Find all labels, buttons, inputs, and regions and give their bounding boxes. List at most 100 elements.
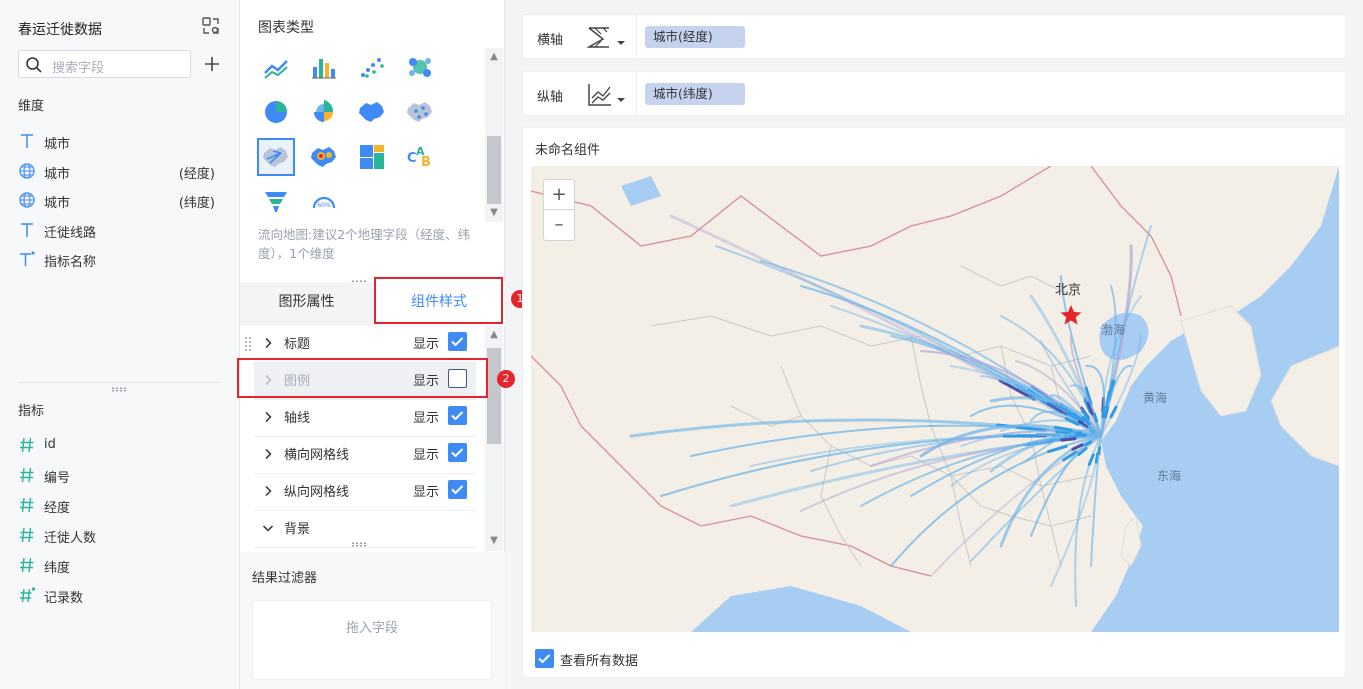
flow-lines xyxy=(629,214,1152,607)
chevron-right-icon[interactable] xyxy=(262,485,274,497)
axis-type-icon xyxy=(586,27,625,48)
number-field-icon xyxy=(18,526,36,544)
field-name: 记录数 xyxy=(44,591,84,606)
chevron-right-icon[interactable] xyxy=(262,448,274,460)
y-axis-type-dropdown[interactable] xyxy=(587,82,631,108)
see-all-checkbox[interactable] xyxy=(535,649,554,668)
field-name: 编号 xyxy=(44,471,71,486)
line-chart-icon[interactable] xyxy=(257,48,295,86)
scrollbar-thumb[interactable] xyxy=(487,348,501,444)
field-item[interactable]: id xyxy=(18,434,223,458)
y-axis-label: 纵轴 xyxy=(537,90,564,105)
text-field-icon xyxy=(18,132,36,150)
filter-section: 结果过滤器 拖入字段 xyxy=(240,552,505,689)
globe-icon xyxy=(18,191,36,209)
style-item[interactable]: 横向网格线 显示 xyxy=(254,437,476,474)
show-checkbox[interactable] xyxy=(448,443,467,462)
field-name: 纬度 xyxy=(44,561,71,576)
svg-text:60%: 60% xyxy=(317,202,331,209)
add-field-button[interactable] xyxy=(202,54,222,74)
heat-map-icon[interactable] xyxy=(305,138,343,176)
flow-line-highlight xyxy=(1101,406,1106,419)
number-field-icon xyxy=(18,466,36,484)
chevron-right-icon[interactable] xyxy=(262,337,274,349)
number-calculated-field-icon xyxy=(18,586,36,604)
rose-chart-icon[interactable] xyxy=(305,93,343,131)
field-item[interactable]: 迁徙线路 xyxy=(18,219,223,243)
field-item[interactable]: 纬度 xyxy=(18,554,223,578)
flow-line-highlight xyxy=(1097,446,1102,456)
field-item[interactable]: 指标名称 xyxy=(18,248,223,272)
field-name: 迁徙线路 xyxy=(44,225,97,241)
y-axis-field-pill[interactable]: 城市(纬度) xyxy=(645,83,745,105)
chart-config-panel: 图表类型 C A B 60% ▲ ▼ 流向地图:建议2个地理字段（经度、纬度），1个维… xyxy=(240,0,505,689)
pie-chart-icon[interactable] xyxy=(257,93,295,131)
style-item-name: 纵向网格线 xyxy=(284,485,350,500)
style-item-name: 标题 xyxy=(284,337,311,352)
style-item-name: 背景 xyxy=(284,522,311,537)
flow-map-icon[interactable] xyxy=(257,138,295,176)
divider xyxy=(636,15,637,60)
style-item[interactable]: 轴线 显示 xyxy=(254,400,476,437)
show-checkbox[interactable] xyxy=(448,480,467,499)
component-title[interactable]: 未命名组件 xyxy=(535,139,600,158)
show-checkbox[interactable] xyxy=(448,332,467,351)
divider xyxy=(18,382,223,383)
field-item[interactable]: 编号 xyxy=(18,464,223,488)
scroll-up-icon[interactable]: ▲ xyxy=(488,51,500,63)
drag-handle-icon[interactable] xyxy=(244,336,252,352)
chevron-down-icon[interactable] xyxy=(262,522,274,534)
divider xyxy=(636,72,637,117)
zoom-out-button[interactable]: – xyxy=(544,210,574,240)
field-item[interactable]: 城市 (纬度) xyxy=(18,189,223,213)
field-name: 指标名称 xyxy=(44,255,97,270)
scatter-chart-icon[interactable] xyxy=(353,48,391,86)
region-map-icon[interactable] xyxy=(353,93,391,131)
show-label: 显示 xyxy=(413,448,440,463)
field-item[interactable]: 记录数 xyxy=(18,584,223,608)
dimensions-heading: 维度 xyxy=(18,99,45,114)
chevron-right-icon[interactable] xyxy=(262,411,274,423)
chart-type-scrollbar[interactable]: ▲ ▼ xyxy=(485,48,503,222)
flow-line xyxy=(760,260,1102,437)
x-axis-field-pill[interactable]: 城市(经度) xyxy=(645,26,745,48)
field-item[interactable]: 城市 xyxy=(18,130,223,154)
word-cloud-icon[interactable]: CAB xyxy=(401,138,439,176)
scroll-up-icon[interactable]: ▲ xyxy=(488,329,500,341)
style-item[interactable]: 纵向网格线 显示 xyxy=(254,474,476,511)
panel-resize-handle-3[interactable] xyxy=(240,542,505,548)
field-item[interactable]: 迁徙人数 xyxy=(18,524,223,548)
show-label: 显示 xyxy=(413,411,440,426)
field-name: 经度 xyxy=(44,501,71,516)
scroll-down-icon[interactable]: ▼ xyxy=(488,207,500,219)
bar-chart-icon[interactable] xyxy=(305,48,343,86)
treemap-icon[interactable] xyxy=(353,138,391,176)
annotation-box-1 xyxy=(374,277,503,324)
see-all-label: 查看所有数据 xyxy=(560,654,639,669)
scrollbar-thumb[interactable] xyxy=(487,136,501,204)
panel-resize-handle[interactable] xyxy=(0,387,240,393)
search-placeholder: 搜索字段 xyxy=(52,61,105,76)
tab-shape-properties[interactable]: 图形属性 xyxy=(240,282,373,326)
number-field-icon xyxy=(18,496,36,514)
flow-map[interactable]: 北京 渤海 黄海 东海 + – xyxy=(531,166,1339,632)
gauge-chart-icon[interactable]: 60% xyxy=(305,183,343,221)
field-item[interactable]: 经度 xyxy=(18,494,223,518)
point-map-icon[interactable] xyxy=(401,93,439,131)
capital-label: 北京 xyxy=(1055,283,1081,298)
zoom-in-button[interactable]: + xyxy=(544,180,574,210)
globe-icon xyxy=(18,162,36,180)
annotation-box-2 xyxy=(237,358,488,398)
field-item[interactable]: 城市 (经度) xyxy=(18,160,223,184)
funnel-chart-icon[interactable] xyxy=(257,183,295,221)
switch-dataset-icon[interactable] xyxy=(201,16,221,36)
field-panel: 春运迁徙数据 搜索字段 维度 城市 城市 (经度) 城市 (纬度) 迁徙线路 指标名称 指标… xyxy=(0,0,240,689)
flow-line-highlight xyxy=(1109,405,1118,419)
x-axis-type-dropdown[interactable] xyxy=(586,25,631,51)
field-suffix: (纬度) xyxy=(178,196,215,211)
chart-type-hint: 流向地图:建议2个地理字段（经度、纬度），1个维度 xyxy=(258,227,471,261)
filter-drop-zone[interactable]: 拖入字段 xyxy=(252,600,492,680)
show-checkbox[interactable] xyxy=(448,406,467,425)
bubble-chart-icon[interactable] xyxy=(401,48,439,86)
field-search-input[interactable]: 搜索字段 xyxy=(18,50,191,78)
